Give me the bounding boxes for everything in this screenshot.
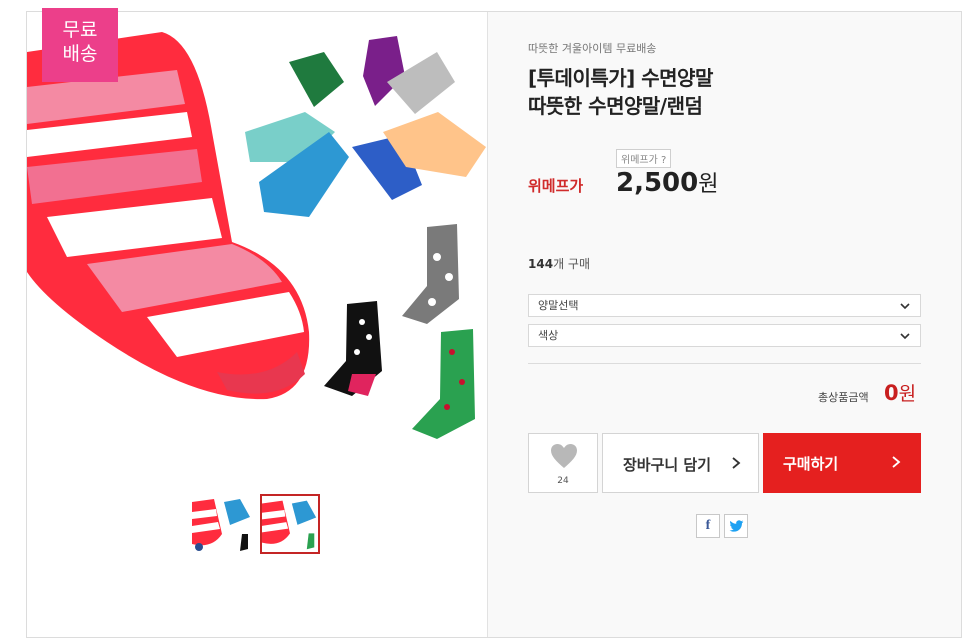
price-label: 위메프가 <box>528 177 584 195</box>
price-unit: 원 <box>698 172 719 197</box>
product-card: 무료 배송 따뜻한 겨울아이템 무료배송 [투데이특가] 수면양말 따뜻한 수면… <box>26 8 962 638</box>
purchase-count: 144개 구매 <box>528 255 590 272</box>
purchase-count-suffix: 개 구매 <box>553 257 590 271</box>
buy-now-button[interactable]: 구매하기 <box>763 433 921 493</box>
twitter-icon <box>729 520 744 532</box>
free-shipping-label: 무료 배송 <box>62 19 98 65</box>
wishlist-count: 24 <box>557 476 569 486</box>
product-title-line1: [투데이특가] 수면양말 <box>528 66 713 90</box>
product-title-line2: 따뜻한 수면양말/랜덤 <box>528 94 703 118</box>
free-shipping-badge: 무료 배송 <box>42 8 118 82</box>
wishlist-button[interactable]: 24 <box>528 433 598 493</box>
options-divider <box>528 363 921 364</box>
product-gallery: 무료 배송 <box>27 8 487 637</box>
add-to-cart-label: 장바구니 담기 <box>623 456 712 474</box>
buy-now-label: 구매하기 <box>783 455 839 473</box>
price-value: 2,500원 <box>616 166 719 198</box>
product-subtitle: 따뜻한 겨울아이템 무료배송 <box>528 42 657 55</box>
product-info-panel: 따뜻한 겨울아이템 무료배송 [투데이특가] 수면양말 따뜻한 수면양말/랜덤 … <box>488 12 961 637</box>
color-option-label: 색상 <box>538 329 559 342</box>
total-price-label: 총상품금액 <box>818 391 869 404</box>
thumbnail-2-selected[interactable] <box>260 494 320 554</box>
sock-option-select[interactable]: 양말선택 <box>528 294 921 317</box>
twitter-share-button[interactable] <box>724 514 748 538</box>
chevron-right-icon <box>732 457 741 469</box>
chevron-down-icon <box>900 333 910 340</box>
thumbnail-1[interactable] <box>192 494 252 554</box>
chevron-right-icon <box>892 456 901 468</box>
product-main-image[interactable] <box>27 12 487 482</box>
total-price-number: 0 <box>884 381 899 405</box>
price-number: 2,500 <box>616 168 699 198</box>
facebook-icon: f <box>705 518 711 533</box>
color-option-select[interactable]: 색상 <box>528 324 921 347</box>
purchase-count-number: 144 <box>528 257 554 271</box>
heart-icon <box>551 444 577 468</box>
facebook-share-button[interactable]: f <box>696 514 720 538</box>
total-price-value: 0원 <box>884 379 916 406</box>
product-title: [투데이특가] 수면양말 따뜻한 수면양말/랜덤 <box>528 64 713 120</box>
add-to-cart-button[interactable]: 장바구니 담기 <box>602 433 759 493</box>
chevron-down-icon <box>900 303 910 310</box>
total-price-unit: 원 <box>898 383 917 405</box>
sock-option-label: 양말선택 <box>538 299 579 312</box>
